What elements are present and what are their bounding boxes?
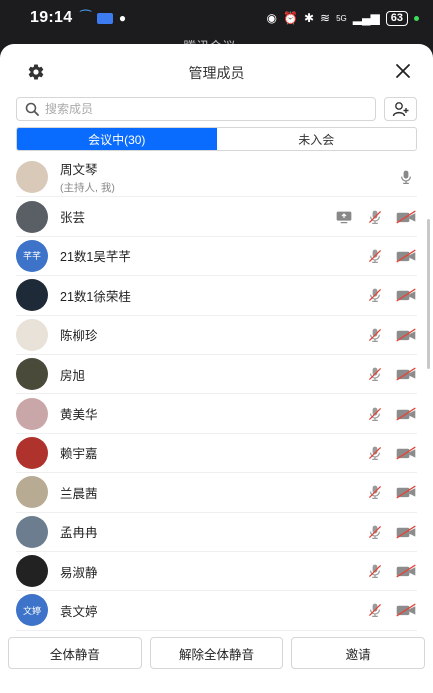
bluetooth-icon: ✱ bbox=[303, 11, 315, 25]
member-row[interactable]: 孟冉冉 bbox=[16, 513, 417, 552]
avatar: 文婷 bbox=[16, 594, 48, 627]
member-row[interactable]: 张芸 bbox=[16, 197, 417, 237]
close-icon[interactable] bbox=[395, 63, 411, 79]
camera-off-icon[interactable] bbox=[395, 286, 417, 304]
avatar bbox=[16, 515, 48, 548]
mic-muted-icon[interactable] bbox=[364, 286, 386, 304]
sheet-header: 管理成员 bbox=[0, 44, 433, 102]
member-name: 兰晨茜 bbox=[60, 486, 98, 501]
wifi-icon: ≋ bbox=[320, 11, 331, 25]
member-row[interactable]: 文婷 袁文婷 bbox=[16, 591, 417, 631]
camera-off-icon[interactable] bbox=[395, 562, 417, 580]
bottom-action-bar: 全体静音 解除全体静音 邀请 bbox=[0, 633, 433, 693]
camera-off-icon[interactable] bbox=[395, 405, 417, 423]
avatar bbox=[16, 200, 48, 233]
member-row[interactable]: 芊芊 21数1吴芊芊 bbox=[16, 237, 417, 277]
search-row bbox=[16, 97, 417, 123]
mic-muted-icon[interactable] bbox=[364, 405, 386, 423]
avatar bbox=[16, 279, 48, 312]
avatar bbox=[16, 358, 48, 391]
meeting-app-icon bbox=[96, 12, 113, 24]
avatar bbox=[16, 161, 48, 194]
mic-muted-icon[interactable] bbox=[364, 523, 386, 541]
camera-off-icon[interactable] bbox=[395, 444, 417, 462]
member-row[interactable]: 21数1徐荣桂 bbox=[16, 276, 417, 316]
mic-muted-icon[interactable] bbox=[364, 208, 386, 226]
mic-icon[interactable] bbox=[395, 168, 417, 186]
add-person-icon bbox=[392, 102, 408, 117]
member-name: 21数1吴芊芊 bbox=[60, 250, 131, 265]
avatar bbox=[16, 397, 48, 430]
mic-muted-icon[interactable] bbox=[364, 326, 386, 344]
camera-off-icon[interactable] bbox=[395, 247, 417, 265]
tab-in-meeting[interactable]: 会议中(30) bbox=[17, 128, 217, 150]
screen-share-icon[interactable] bbox=[333, 208, 355, 226]
tab-not-joined[interactable]: 未入会 bbox=[217, 128, 417, 150]
member-name: 张芸 bbox=[60, 211, 86, 226]
member-name: 赖宇嘉 bbox=[60, 447, 98, 462]
charging-dot bbox=[414, 15, 419, 21]
member-name: 袁文婷 bbox=[60, 604, 98, 619]
member-tabs: 会议中(30) 未入会 bbox=[16, 127, 417, 151]
member-row[interactable]: 陈柳珍 bbox=[16, 316, 417, 355]
invite-button[interactable]: 邀请 bbox=[291, 637, 426, 669]
wechat-icon: ● bbox=[118, 11, 127, 25]
avatar bbox=[16, 436, 48, 469]
mic-muted-icon[interactable] bbox=[364, 483, 386, 501]
member-row[interactable]: 赖宇嘉 bbox=[16, 434, 417, 474]
member-name: 房旭 bbox=[60, 368, 86, 383]
alarm-icon: ⏰ bbox=[283, 11, 298, 25]
member-row[interactable]: 兰晨茜 bbox=[16, 473, 417, 513]
signal-label: 5G bbox=[336, 13, 347, 23]
member-row[interactable]: 易淑静 bbox=[16, 552, 417, 592]
signal-icon: ▂▄▆ bbox=[352, 11, 380, 25]
camera-off-icon[interactable] bbox=[395, 483, 417, 501]
mute-all-button[interactable]: 全体静音 bbox=[8, 637, 142, 669]
camera-off-icon[interactable] bbox=[395, 601, 417, 619]
camera-off-icon[interactable] bbox=[395, 523, 417, 541]
mic-muted-icon[interactable] bbox=[364, 562, 386, 580]
scrollbar[interactable] bbox=[427, 219, 430, 369]
member-name: 孟冉冉 bbox=[60, 526, 98, 541]
camera-off-icon[interactable] bbox=[395, 208, 417, 226]
camera-off-icon[interactable] bbox=[395, 326, 417, 344]
mic-muted-icon[interactable] bbox=[364, 444, 386, 462]
member-name: 陈柳珍 bbox=[60, 329, 98, 344]
camera-off-icon[interactable] bbox=[395, 365, 417, 383]
avatar bbox=[16, 555, 48, 588]
gear-icon[interactable] bbox=[27, 63, 45, 81]
search-icon bbox=[25, 102, 39, 116]
search-box[interactable] bbox=[16, 97, 376, 121]
add-member-button[interactable] bbox=[384, 97, 417, 121]
status-bar: 19:14 ⁀ ● ◉ ⏰ ✱ ≋ 5G ▂▄▆ 63 bbox=[0, 0, 433, 36]
search-input[interactable] bbox=[45, 102, 245, 116]
member-name: 周文琴 bbox=[60, 163, 98, 178]
status-time: 19:14 bbox=[30, 9, 73, 26]
member-row[interactable]: 周文琴 (主持人, 我) bbox=[16, 158, 417, 198]
member-name: 黄美华 bbox=[60, 408, 98, 423]
member-name: 21数1徐荣桂 bbox=[60, 289, 131, 304]
member-row[interactable]: 黄美华 bbox=[16, 394, 417, 434]
mic-muted-icon[interactable] bbox=[364, 365, 386, 383]
avatar: 芊芊 bbox=[16, 239, 48, 272]
eye-icon: ◉ bbox=[266, 11, 278, 25]
manage-members-sheet: 管理成员 会议中(30) 未入会 周文琴 (主持人, 我) 张芸芊芊 21数1吴芊芊 2… bbox=[0, 44, 433, 693]
avatar bbox=[16, 476, 48, 509]
dialog-title: 管理成员 bbox=[188, 65, 245, 81]
member-name: 易淑静 bbox=[60, 565, 98, 580]
unmute-all-button[interactable]: 解除全体静音 bbox=[149, 637, 284, 669]
member-row[interactable]: 房旭 bbox=[16, 355, 417, 395]
mic-muted-icon[interactable] bbox=[364, 247, 386, 265]
avatar bbox=[16, 318, 48, 351]
member-role: (主持人, 我) bbox=[60, 182, 115, 195]
notification-app-icon: ⁀ bbox=[80, 10, 91, 25]
member-list: 周文琴 (主持人, 我) 张芸 芊芊 21数1吴芊芊 21数1徐荣桂 陈柳珍房旭黄美华赖宇嘉… bbox=[0, 158, 433, 631]
battery-indicator: 63 bbox=[385, 10, 408, 26]
mic-muted-icon[interactable] bbox=[364, 601, 386, 619]
